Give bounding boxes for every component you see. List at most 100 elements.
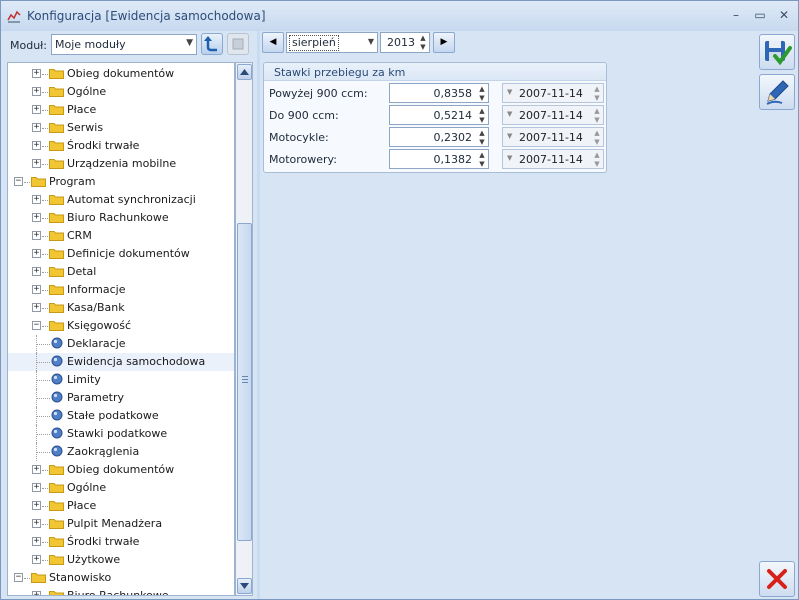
expander-toggle[interactable]: + [32, 105, 41, 114]
expander-toggle[interactable]: + [32, 123, 41, 132]
tree-item[interactable]: + Definicje dokumentów [8, 245, 234, 263]
spin-down-icon[interactable]: ▼ [592, 160, 602, 169]
tree-scrollbar[interactable] [235, 62, 253, 596]
prev-month-button[interactable]: ◀ [262, 32, 284, 53]
scroll-down-button[interactable] [237, 578, 252, 594]
spin-down-icon[interactable]: ▼ [477, 116, 487, 125]
tree-item[interactable]: + CRM [8, 227, 234, 245]
tree-item[interactable]: Ewidencja samochodowa [8, 353, 234, 371]
close-button[interactable]: ✕ [775, 7, 793, 23]
spin-down-icon[interactable]: ▼ [477, 94, 487, 103]
disabled-tool-button[interactable] [227, 33, 249, 55]
tree-item[interactable]: Zaokrąglenia [8, 443, 234, 461]
spin-down-icon[interactable]: ▼ [477, 138, 487, 147]
maximize-button[interactable]: ▭ [751, 7, 769, 23]
scroll-thumb[interactable] [237, 223, 252, 541]
tree-item[interactable]: + Płace [8, 101, 234, 119]
tree-item[interactable]: + Informacje [8, 281, 234, 299]
config-tree[interactable]: + Obieg dokumentów + Ogólne + Płace + Serwis + Śr… [7, 62, 235, 596]
expander-toggle[interactable]: + [32, 267, 41, 276]
expander-toggle[interactable]: + [32, 87, 41, 96]
tree-item[interactable]: Stałe podatkowe [8, 407, 234, 425]
rate-value-input[interactable]: 0,2302 ▲ ▼ [389, 127, 489, 147]
rate-value-input[interactable]: 0,5214 ▲ ▼ [389, 105, 489, 125]
tree-item[interactable]: − Stanowisko [8, 569, 234, 587]
expander-toggle[interactable]: + [32, 501, 41, 510]
tree-item[interactable]: + Biuro Rachunkowe [8, 587, 234, 595]
tree-item[interactable]: − Program [8, 173, 234, 191]
spin-down-icon[interactable]: ▼ [592, 138, 602, 147]
tree-item[interactable]: + Płace [8, 497, 234, 515]
expander-toggle[interactable]: + [32, 213, 41, 222]
tree-item[interactable]: + Obieg dokumentów [8, 65, 234, 83]
rate-value-input[interactable]: 0,8358 ▲ ▼ [389, 83, 489, 103]
tree-item[interactable]: + Biuro Rachunkowe [8, 209, 234, 227]
save-button[interactable] [759, 34, 795, 70]
rate-date-input[interactable]: ▼ 2007-11-14 ▲ ▼ [502, 149, 604, 169]
rate-date-input[interactable]: ▼ 2007-11-14 ▲ ▼ [502, 127, 604, 147]
edit-button[interactable] [759, 74, 795, 110]
expander-toggle[interactable]: + [32, 285, 41, 294]
tree-item[interactable]: + Ogólne [8, 83, 234, 101]
expander-toggle[interactable]: + [32, 591, 41, 595]
tree-item[interactable]: + Detal [8, 263, 234, 281]
month-select[interactable]: sierpień ▼ [286, 32, 378, 53]
expander-toggle[interactable]: + [32, 195, 41, 204]
next-month-button[interactable]: ▶ [433, 32, 455, 53]
tree-item[interactable]: + Kasa/Bank [8, 299, 234, 317]
spin-down-icon[interactable]: ▼ [418, 43, 428, 52]
expander-toggle[interactable]: + [32, 249, 41, 258]
spin-up-icon[interactable]: ▲ [477, 129, 487, 138]
spin-down-icon[interactable]: ▼ [477, 160, 487, 169]
spin-down-icon[interactable]: ▼ [592, 94, 602, 103]
expander-toggle[interactable]: + [32, 69, 41, 78]
tree-item[interactable]: + Automat synchronizacji [8, 191, 234, 209]
spin-up-icon[interactable]: ▲ [477, 85, 487, 94]
expander-toggle[interactable]: + [32, 159, 41, 168]
spin-down-icon[interactable]: ▼ [592, 116, 602, 125]
spin-up-icon[interactable]: ▲ [592, 85, 602, 94]
tree-item[interactable]: Stawki podatkowe [8, 425, 234, 443]
title-bar[interactable]: Konfiguracja [Ewidencja samochodowa] – ▭… [1, 1, 798, 31]
rate-date-input[interactable]: ▼ 2007-11-14 ▲ ▼ [502, 105, 604, 125]
minimize-button[interactable]: – [727, 7, 745, 23]
scroll-up-button[interactable] [237, 64, 252, 80]
tree-item[interactable]: + Środki trwałe [8, 533, 234, 551]
cancel-button[interactable] [759, 561, 795, 597]
tree-item[interactable]: + Urządzenia mobilne [8, 155, 234, 173]
rate-value-input[interactable]: 0,1382 ▲ ▼ [389, 149, 489, 169]
tree-item[interactable]: + Pulpit Menadżera [8, 515, 234, 533]
expander-toggle[interactable]: + [32, 465, 41, 474]
expander-toggle[interactable]: − [32, 321, 41, 330]
tree-item[interactable]: + Obieg dokumentów [8, 461, 234, 479]
modul-select[interactable]: Moje moduły ▼ [51, 34, 197, 55]
tree-item[interactable]: Deklaracje [8, 335, 234, 353]
tree-item[interactable]: + Ogólne [8, 479, 234, 497]
tree-item[interactable]: + Środki trwałe [8, 137, 234, 155]
expander-toggle[interactable]: − [14, 573, 23, 582]
tree-item[interactable]: − Księgowość [8, 317, 234, 335]
tree-item[interactable]: + Użytkowe [8, 551, 234, 569]
expander-toggle[interactable]: + [32, 555, 41, 564]
spin-up-icon[interactable]: ▲ [477, 107, 487, 116]
expander-toggle[interactable]: + [32, 519, 41, 528]
spin-up-icon[interactable]: ▲ [592, 129, 602, 138]
rate-date-input[interactable]: ▼ 2007-11-14 ▲ ▼ [502, 83, 604, 103]
year-stepper[interactable]: 2013 ▲ ▼ [380, 32, 430, 53]
refresh-button[interactable] [201, 33, 223, 55]
spin-up-icon[interactable]: ▲ [592, 107, 602, 116]
expander-toggle[interactable]: − [14, 177, 23, 186]
expander-toggle[interactable]: + [32, 231, 41, 240]
expander-toggle[interactable]: + [32, 303, 41, 312]
expander-toggle[interactable]: + [32, 537, 41, 546]
tree-item[interactable]: Limity [8, 371, 234, 389]
spin-up-icon[interactable]: ▲ [477, 151, 487, 160]
rate-label: Motocykle: [269, 131, 329, 144]
expander-toggle[interactable]: + [32, 483, 41, 492]
spin-up-icon[interactable]: ▲ [592, 151, 602, 160]
tree-item[interactable]: Parametry [8, 389, 234, 407]
chart-line-icon [7, 10, 21, 23]
expander-toggle[interactable]: + [32, 141, 41, 150]
spin-up-icon[interactable]: ▲ [418, 34, 428, 43]
tree-item[interactable]: + Serwis [8, 119, 234, 137]
